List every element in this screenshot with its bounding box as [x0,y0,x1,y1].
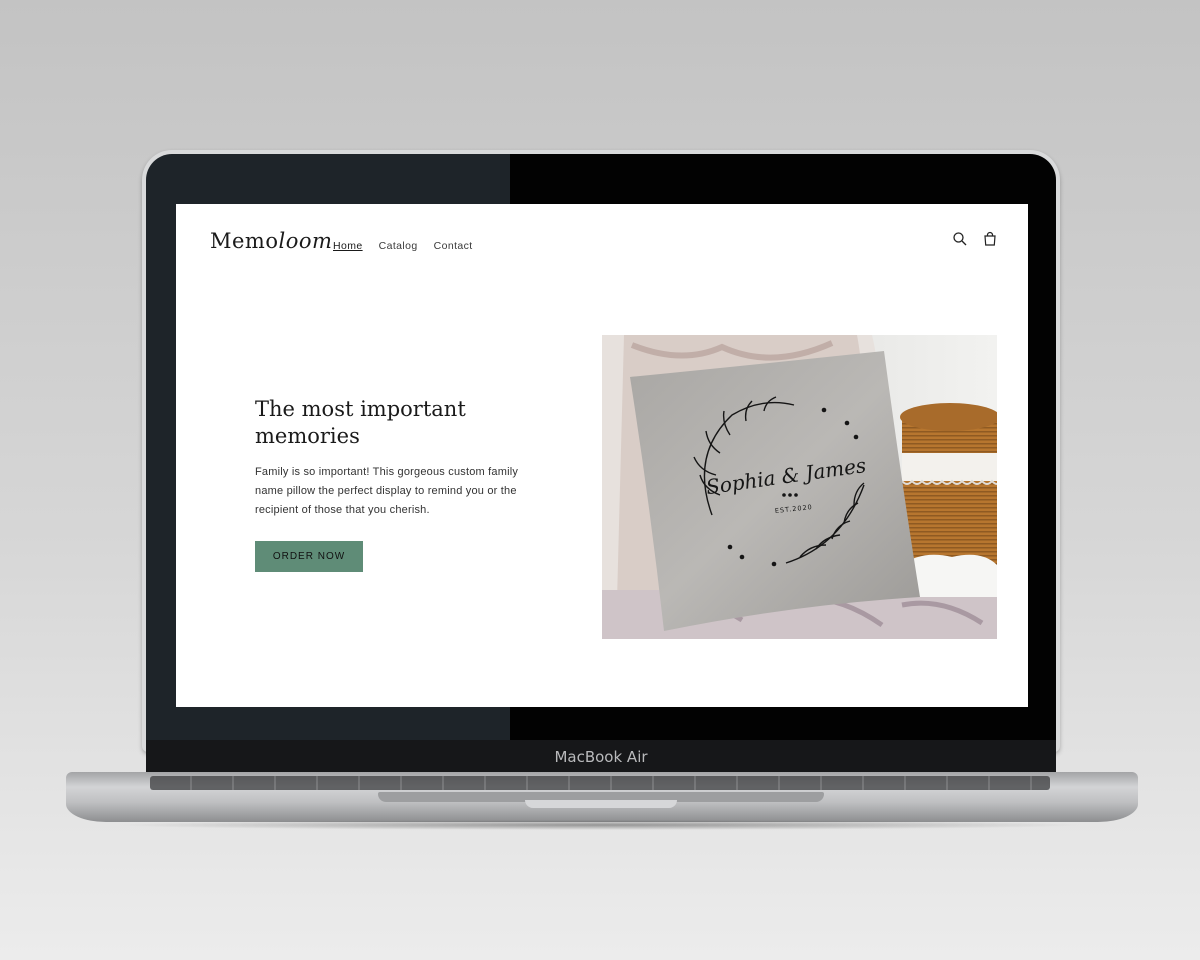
laptop-shadow [110,820,1090,830]
logo-main: Memo [210,229,279,253]
main-nav: Home Catalog Contact [333,240,473,252]
keyboard-edge [150,776,1050,790]
laptop-chin: MacBook Air [146,740,1056,776]
order-now-button[interactable]: ORDER NOW [255,541,363,572]
device-label: MacBook Air [554,748,648,766]
header-icons [952,231,998,247]
pillow-photo: Sophia & James EST.2020 [602,335,1003,639]
cart-icon[interactable] [982,231,998,247]
lid-notch [525,800,677,808]
hero-title: The most important memories [255,397,466,448]
search-icon[interactable] [952,231,968,247]
nav-catalog[interactable]: Catalog [379,240,418,252]
nav-contact[interactable]: Contact [434,240,473,252]
website-screen: Memoloom Home Catalog Contact The most i… [176,204,1028,707]
hero-image: Sophia & James EST.2020 [602,335,1003,639]
hero-description: Family is so important! This gorgeous cu… [255,466,519,516]
site-header: Memoloom Home Catalog Contact [176,204,1028,284]
site-logo[interactable]: Memoloom [210,229,332,253]
logo-script: loom [278,229,333,253]
nav-home[interactable]: Home [333,240,363,252]
